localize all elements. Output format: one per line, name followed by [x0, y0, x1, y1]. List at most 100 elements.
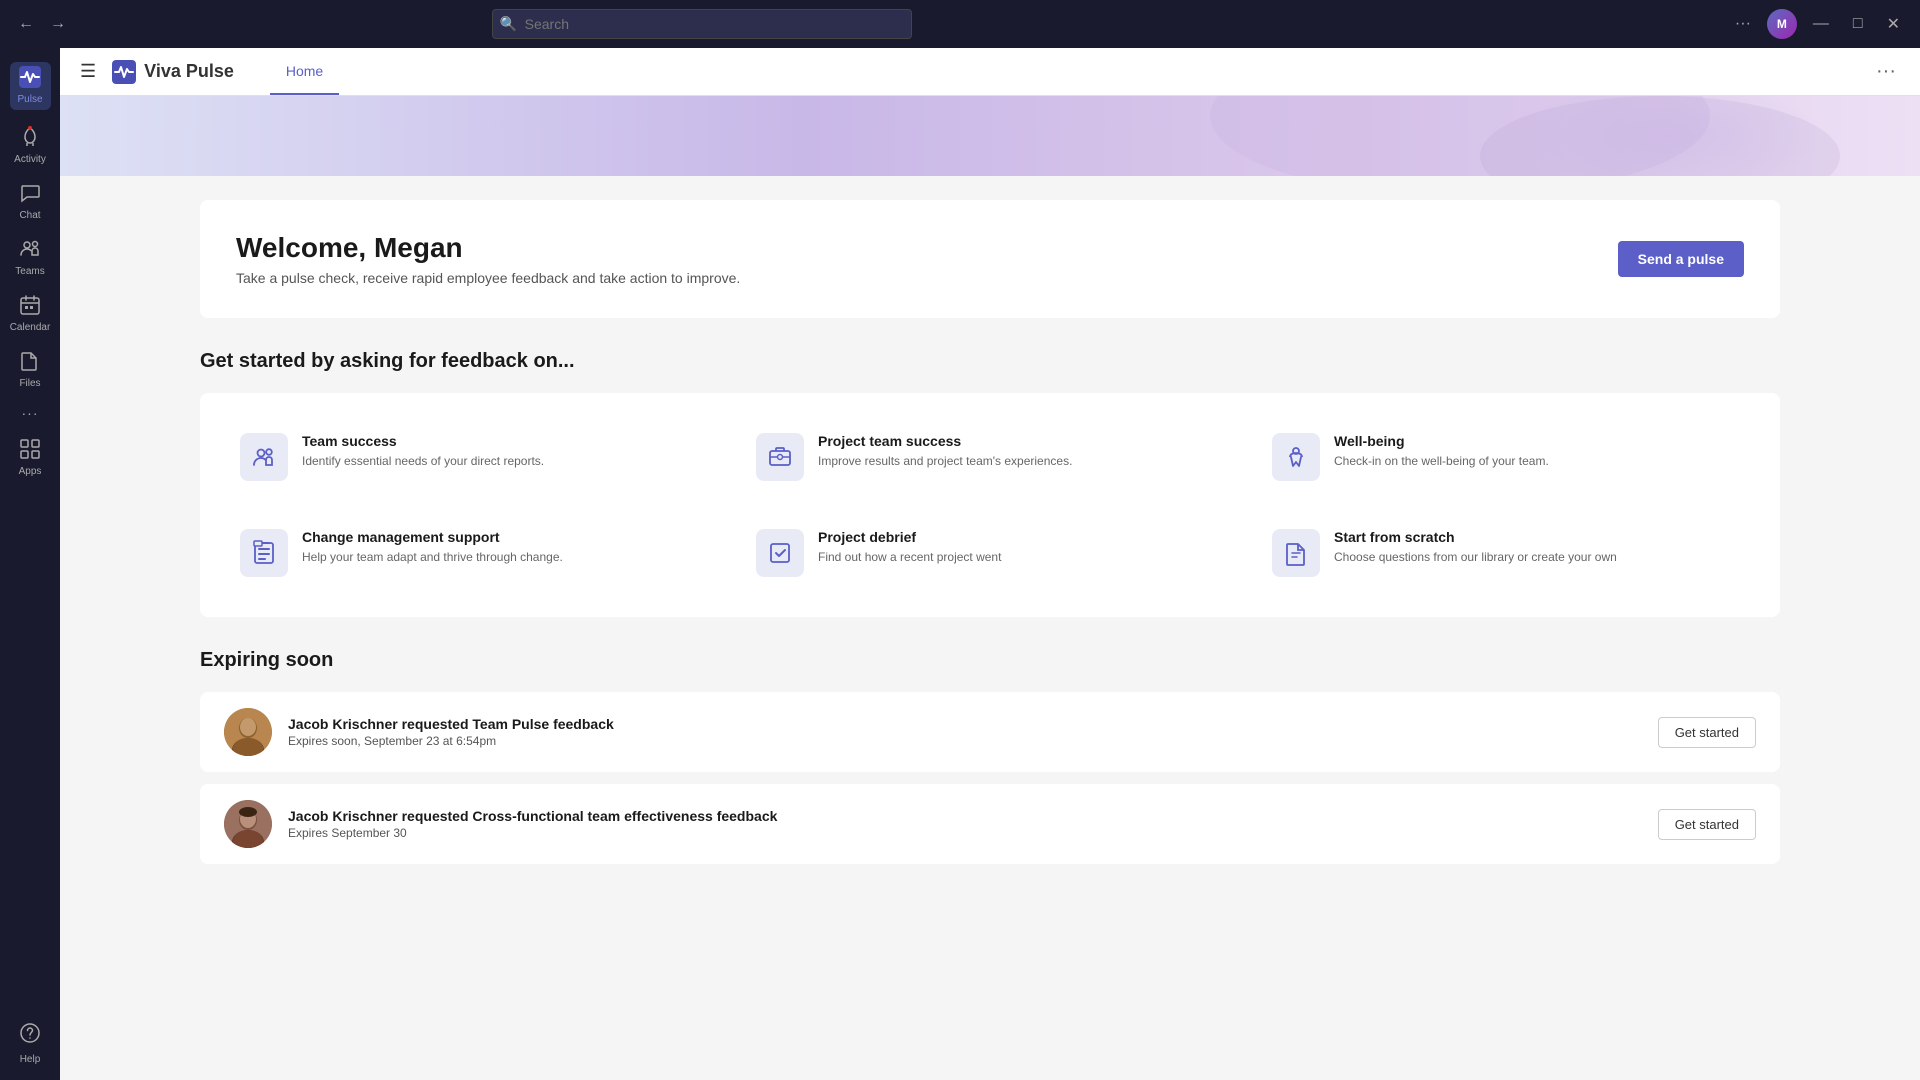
sidebar-item-files[interactable]: Files: [4, 344, 56, 396]
feedback-card-start-scratch[interactable]: Start from scratch Choose questions from…: [1256, 513, 1756, 593]
sidebar-label-teams: Teams: [15, 266, 44, 278]
app-header: ☰ Viva Pulse Home ···: [60, 48, 1920, 96]
feedback-card-project-debrief[interactable]: Project debrief Find out how a recent pr…: [740, 513, 1240, 593]
project-debrief-title: Project debrief: [818, 529, 1001, 545]
activity-icon: [19, 126, 41, 152]
avatar-person-svg-2: [224, 800, 272, 848]
sidebar-label-pulse: Pulse: [18, 94, 43, 106]
sidebar-item-more[interactable]: ···: [4, 400, 56, 428]
app-more-button[interactable]: ···: [1868, 56, 1904, 87]
sidebar-item-activity[interactable]: Activity: [4, 120, 56, 172]
more-options-button[interactable]: ···: [1727, 11, 1759, 37]
project-debrief-desc: Find out how a recent project went: [818, 549, 1001, 566]
back-button[interactable]: ←: [12, 11, 40, 37]
maximize-button[interactable]: □: [1845, 11, 1871, 37]
wellbeing-title: Well-being: [1334, 433, 1549, 449]
close-button[interactable]: ✕: [1879, 10, 1908, 38]
main-content: Welcome, Megan Take a pulse check, recei…: [60, 176, 1920, 1080]
calendar-icon: [19, 294, 41, 320]
avatar-jacob-2: [224, 800, 272, 848]
feedback-card-project-team[interactable]: Project team success Improve results and…: [740, 417, 1240, 497]
expiring-item-2: Jacob Krischner requested Cross-function…: [200, 784, 1780, 864]
search-input[interactable]: [492, 9, 912, 39]
team-success-desc: Identify essential needs of your direct …: [302, 453, 544, 470]
welcome-greeting: Welcome, Megan: [236, 232, 740, 264]
project-team-icon: [756, 433, 804, 481]
sidebar-item-apps[interactable]: Apps: [4, 432, 56, 484]
sidebar-item-calendar[interactable]: Calendar: [4, 288, 56, 340]
forward-button[interactable]: →: [44, 11, 72, 37]
files-icon: [19, 350, 41, 376]
change-mgmt-desc: Help your team adapt and thrive through …: [302, 549, 563, 566]
avatar[interactable]: M: [1767, 9, 1797, 39]
help-icon: [19, 1022, 41, 1048]
viva-pulse-logo-icon: [112, 60, 136, 84]
send-pulse-button[interactable]: Send a pulse: [1618, 241, 1744, 277]
expiring-list: Jacob Krischner requested Team Pulse fee…: [200, 692, 1780, 876]
minimize-button[interactable]: —: [1805, 11, 1837, 37]
team-success-text: Team success Identify essential needs of…: [302, 433, 544, 470]
sidebar-label-chat: Chat: [19, 210, 40, 222]
expiring-section-title: Expiring soon: [200, 649, 1780, 672]
sidebar-item-help[interactable]: Help: [4, 1016, 56, 1072]
search-icon: 🔍: [500, 16, 517, 33]
more-icon: ···: [22, 406, 39, 420]
welcome-card: Welcome, Megan Take a pulse check, recei…: [200, 200, 1780, 318]
project-team-desc: Improve results and project team's exper…: [818, 453, 1072, 470]
sidebar-label-activity: Activity: [14, 154, 46, 166]
titlebar: ← → 🔍 ··· M — □ ✕: [0, 0, 1920, 48]
apps-icon: [19, 438, 41, 464]
team-success-icon: [240, 433, 288, 481]
app-logo: Viva Pulse: [112, 60, 234, 84]
expiring-text-1: Jacob Krischner requested Team Pulse fee…: [288, 716, 1642, 748]
sidebar-label-files: Files: [19, 378, 40, 390]
get-started-button-2[interactable]: Get started: [1658, 809, 1756, 840]
avatar-jacob-1: [224, 708, 272, 756]
teams-icon: [19, 238, 41, 264]
sidebar-label-calendar: Calendar: [10, 322, 51, 334]
app-title: Viva Pulse: [144, 61, 234, 82]
banner-decoration: [60, 96, 1920, 176]
banner: [60, 96, 1920, 176]
app-nav: Home: [270, 49, 339, 95]
avatar-person-svg-1: [224, 708, 272, 756]
get-started-button-1[interactable]: Get started: [1658, 717, 1756, 748]
nav-item-home[interactable]: Home: [270, 49, 339, 95]
sidebar-label-help: Help: [20, 1054, 41, 1066]
team-success-title: Team success: [302, 433, 544, 449]
sidebar-item-pulse[interactable]: Pulse: [4, 56, 56, 116]
feedback-card-change-mgmt[interactable]: Change management support Help your team…: [224, 513, 724, 593]
titlebar-navigation: ← →: [12, 11, 72, 37]
welcome-text: Welcome, Megan Take a pulse check, recei…: [236, 232, 740, 286]
expiring-section: Expiring soon: [200, 649, 1780, 876]
expiring-request-2: Jacob Krischner requested Cross-function…: [288, 808, 1642, 824]
search-container: 🔍: [492, 9, 912, 39]
pulse-icon: [18, 66, 43, 92]
feedback-grid: Team success Identify essential needs of…: [200, 393, 1780, 617]
chat-icon: [19, 182, 41, 208]
start-scratch-desc: Choose questions from our library or cre…: [1334, 549, 1617, 566]
change-mgmt-icon: [240, 529, 288, 577]
feedback-card-team-success[interactable]: Team success Identify essential needs of…: [224, 417, 724, 497]
expiring-text-2: Jacob Krischner requested Cross-function…: [288, 808, 1642, 840]
project-team-title: Project team success: [818, 433, 1072, 449]
sidebar: Pulse Activity Chat: [0, 48, 60, 1080]
app-content: ☰ Viva Pulse Home ···: [60, 48, 1920, 1080]
expiring-date-2: Expires September 30: [288, 826, 1642, 840]
project-debrief-text: Project debrief Find out how a recent pr…: [818, 529, 1001, 566]
feedback-card-wellbeing[interactable]: Well-being Check-in on the well-being of…: [1256, 417, 1756, 497]
sidebar-item-chat[interactable]: Chat: [4, 176, 56, 228]
wellbeing-text: Well-being Check-in on the well-being of…: [1334, 433, 1549, 470]
wellbeing-icon: [1272, 433, 1320, 481]
app-header-actions: ···: [1868, 56, 1904, 87]
change-mgmt-title: Change management support: [302, 529, 563, 545]
wellbeing-desc: Check-in on the well-being of your team.: [1334, 453, 1549, 470]
sidebar-label-apps: Apps: [19, 466, 42, 478]
hamburger-button[interactable]: ☰: [76, 57, 100, 86]
titlebar-actions: ··· M — □ ✕: [1727, 9, 1908, 39]
change-mgmt-text: Change management support Help your team…: [302, 529, 563, 566]
feedback-grid-inner: Team success Identify essential needs of…: [224, 417, 1756, 593]
feedback-section: Get started by asking for feedback on...: [200, 350, 1780, 617]
feedback-section-title: Get started by asking for feedback on...: [200, 350, 1780, 373]
sidebar-item-teams[interactable]: Teams: [4, 232, 56, 284]
